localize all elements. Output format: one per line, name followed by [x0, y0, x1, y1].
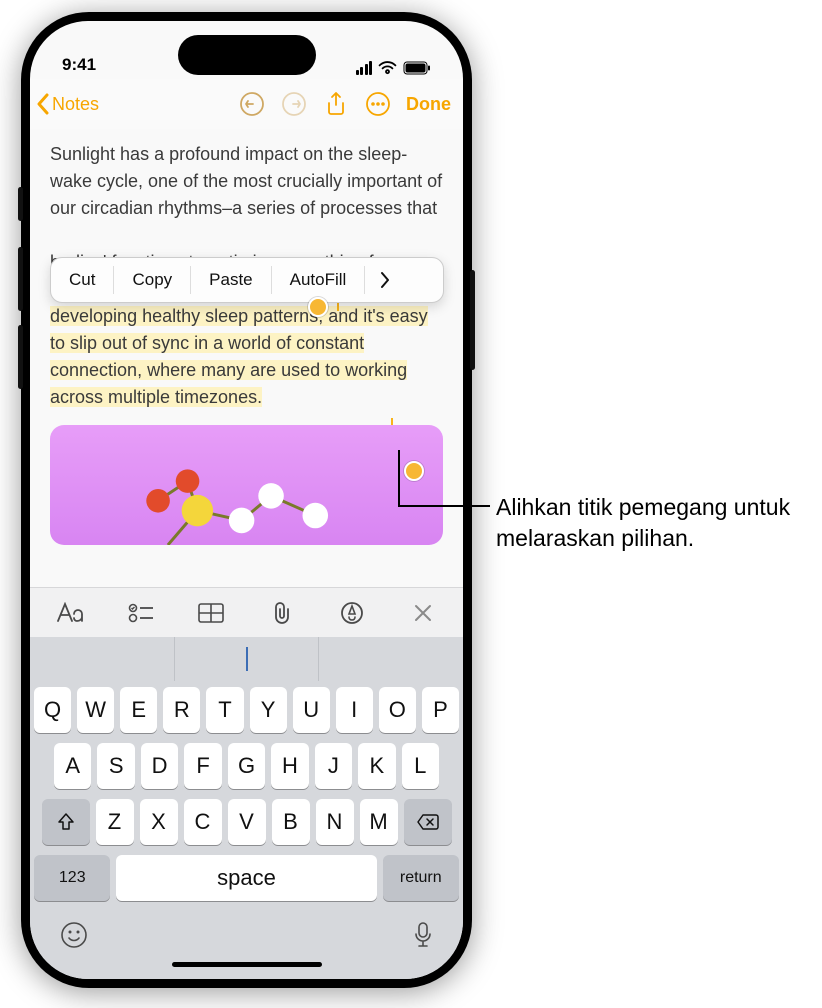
context-paste[interactable]: Paste — [191, 258, 270, 302]
key-space[interactable]: space — [116, 855, 376, 901]
predictive-slot-2[interactable] — [175, 637, 320, 681]
redo-button[interactable] — [274, 84, 314, 124]
emoji-button[interactable] — [60, 921, 88, 954]
predictive-slot-3[interactable] — [319, 637, 463, 681]
key-b[interactable]: B — [272, 799, 310, 845]
note-body[interactable]: Sunlight has a profound impact on the sl… — [30, 129, 463, 587]
kb-row-4: 123 space return — [34, 855, 459, 901]
inline-image[interactable] — [50, 425, 443, 545]
key-e[interactable]: E — [120, 687, 157, 733]
status-icons — [356, 61, 432, 75]
key-z[interactable]: Z — [96, 799, 134, 845]
key-j[interactable]: J — [315, 743, 352, 789]
back-button[interactable]: Notes — [36, 93, 99, 115]
key-n[interactable]: N — [316, 799, 354, 845]
callout-leader — [398, 505, 490, 507]
key-v[interactable]: V — [228, 799, 266, 845]
dictation-button[interactable] — [413, 921, 433, 954]
phone-frame: 9:41 Notes — [21, 12, 472, 988]
key-k[interactable]: K — [358, 743, 395, 789]
callout-text: Alihkan titik pemegang untuk melaraskan … — [496, 492, 806, 554]
kb-row-2: A S D F G H J K L — [34, 743, 459, 789]
share-button[interactable] — [316, 84, 356, 124]
context-copy[interactable]: Copy — [114, 258, 190, 302]
predictive-slot-1[interactable] — [30, 637, 175, 681]
key-123[interactable]: 123 — [34, 855, 110, 901]
format-toolbar — [30, 587, 463, 637]
key-t[interactable]: T — [206, 687, 243, 733]
key-i[interactable]: I — [336, 687, 373, 733]
key-o[interactable]: O — [379, 687, 416, 733]
kb-row-3: Z X C V B N M — [34, 799, 459, 845]
predictive-bar — [30, 637, 463, 681]
key-d[interactable]: D — [141, 743, 178, 789]
phone-volume-down — [18, 325, 23, 389]
phone-volume-up — [18, 247, 23, 311]
key-g[interactable]: G — [228, 743, 265, 789]
key-p[interactable]: P — [422, 687, 459, 733]
key-a[interactable]: A — [54, 743, 91, 789]
key-f[interactable]: F — [184, 743, 221, 789]
text-context-menu: Cut Copy Paste AutoFill — [50, 257, 444, 303]
keyboard: Q W E R T Y U I O P A S D F G H J K L — [30, 681, 463, 979]
note-text-plain[interactable]: Sunlight has a profound impact on the sl… — [50, 144, 442, 218]
close-toolbar-button[interactable] — [401, 591, 445, 635]
undo-button[interactable] — [232, 84, 272, 124]
callout-leader — [398, 450, 400, 506]
navigation-bar: Notes Done — [30, 79, 463, 129]
kb-row-1: Q W E R T Y U I O P — [34, 687, 459, 733]
key-r[interactable]: R — [163, 687, 200, 733]
battery-icon — [403, 61, 431, 75]
key-q[interactable]: Q — [34, 687, 71, 733]
markup-button[interactable] — [330, 591, 374, 635]
attachment-button[interactable] — [260, 591, 304, 635]
key-s[interactable]: S — [97, 743, 134, 789]
wifi-icon — [378, 61, 397, 75]
key-c[interactable]: C — [184, 799, 222, 845]
context-autofill[interactable]: AutoFill — [272, 258, 365, 302]
status-time: 9:41 — [62, 55, 96, 75]
kb-bottom-row — [34, 911, 459, 956]
cellular-icon — [356, 61, 373, 75]
key-return[interactable]: return — [383, 855, 459, 901]
key-u[interactable]: U — [293, 687, 330, 733]
context-more[interactable] — [365, 271, 405, 289]
checklist-button[interactable] — [119, 591, 163, 635]
dynamic-island — [178, 35, 316, 75]
phone-power-button — [470, 270, 475, 370]
phone-side-button — [18, 187, 23, 221]
back-label: Notes — [52, 94, 99, 115]
key-m[interactable]: M — [360, 799, 398, 845]
key-delete[interactable] — [404, 799, 452, 845]
key-y[interactable]: Y — [250, 687, 287, 733]
key-h[interactable]: H — [271, 743, 308, 789]
key-x[interactable]: X — [140, 799, 178, 845]
key-w[interactable]: W — [77, 687, 114, 733]
key-l[interactable]: L — [402, 743, 439, 789]
context-cut[interactable]: Cut — [51, 258, 113, 302]
annotation-dot — [308, 297, 328, 317]
more-button[interactable] — [358, 84, 398, 124]
table-button[interactable] — [189, 591, 233, 635]
home-indicator[interactable] — [172, 962, 322, 967]
key-shift[interactable] — [42, 799, 90, 845]
text-format-button[interactable] — [48, 591, 92, 635]
annotation-dot — [404, 461, 424, 481]
done-button[interactable]: Done — [406, 94, 451, 115]
